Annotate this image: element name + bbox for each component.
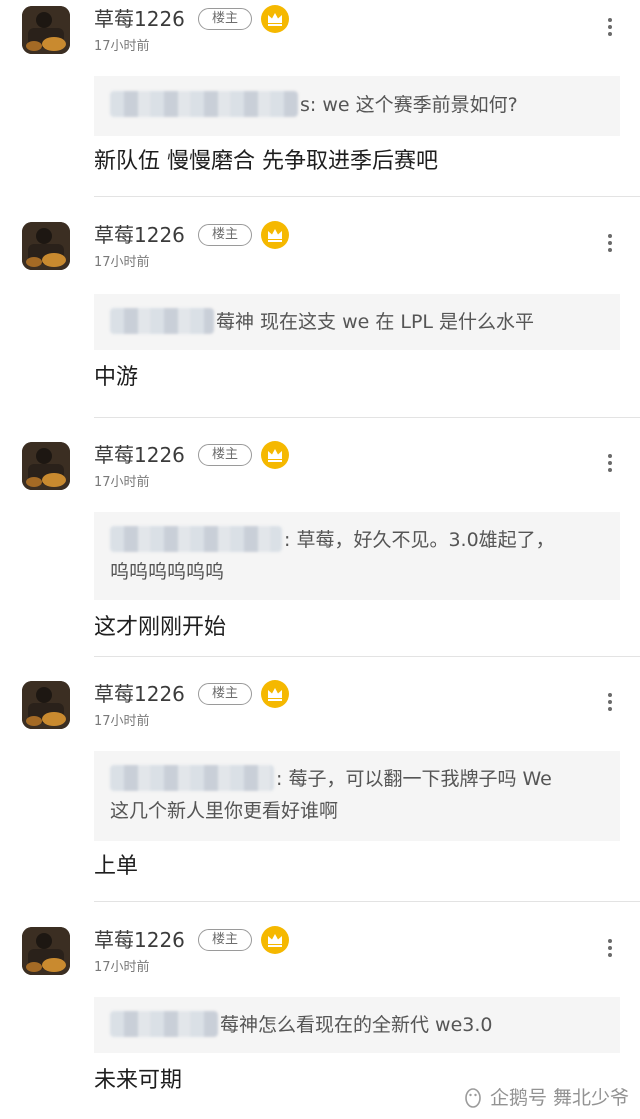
watermark: 企鹅号 舞北少爷	[462, 1083, 629, 1110]
more-vertical-icon[interactable]	[602, 452, 618, 478]
comment-card: 草莓1226 楼主 17小时前 莓神 现在这支 we 在 LPL 是什么水平 中…	[0, 220, 640, 417]
blurred-username	[110, 765, 274, 791]
timestamp: 17小时前	[94, 255, 150, 270]
op-badge: 楼主	[198, 444, 252, 466]
quote-text-line-2: 这几个新人里你更看好谁啊	[110, 800, 339, 822]
op-badge: 楼主	[198, 683, 252, 705]
comment-card: 草莓1226 楼主 17小时前 : 莓子，可以翻一下我牌子吗 We 这几个新人里…	[0, 679, 640, 901]
blurred-username	[110, 308, 214, 334]
op-badge: 楼主	[198, 8, 252, 30]
divider	[94, 196, 640, 197]
crown-icon	[260, 220, 290, 250]
avatar[interactable]	[22, 927, 70, 975]
more-vertical-icon[interactable]	[602, 937, 618, 963]
op-badge: 楼主	[198, 224, 252, 246]
blurred-username	[110, 1011, 218, 1037]
quote-text: : 草莓，好久不见。3.0雄起了，	[284, 529, 555, 551]
avatar[interactable]	[22, 222, 70, 270]
quote-text-line-2: 呜呜呜呜呜呜	[110, 561, 225, 583]
author-name[interactable]: 草莓1226	[94, 681, 185, 707]
quote-text: 莓神怎么看现在的全新代 we3.0	[220, 1014, 493, 1036]
quoted-comment[interactable]: 莓神怎么看现在的全新代 we3.0	[94, 997, 620, 1053]
avatar[interactable]	[22, 6, 70, 54]
avatar[interactable]	[22, 442, 70, 490]
more-vertical-icon[interactable]	[602, 16, 618, 42]
reply-text: 上单	[94, 854, 139, 879]
timestamp: 17小时前	[94, 960, 150, 975]
author-name[interactable]: 草莓1226	[94, 6, 185, 32]
blurred-username	[110, 91, 298, 117]
watermark-text: 企鹅号 舞北少爷	[490, 1087, 630, 1109]
divider	[94, 417, 640, 418]
avatar[interactable]	[22, 681, 70, 729]
op-badge: 楼主	[198, 929, 252, 951]
blurred-username	[110, 526, 282, 552]
reply-text: 中游	[94, 365, 139, 390]
comment-card: 草莓1226 楼主 17小时前 : 草莓，好久不见。3.0雄起了， 呜呜呜呜呜呜…	[0, 440, 640, 656]
quoted-comment[interactable]: 莓神 现在这支 we 在 LPL 是什么水平	[94, 294, 620, 350]
reply-text: 这才刚刚开始	[94, 615, 227, 640]
quote-text: 莓神 现在这支 we 在 LPL 是什么水平	[216, 311, 535, 333]
crown-icon	[260, 679, 290, 709]
more-vertical-icon[interactable]	[602, 232, 618, 258]
crown-icon	[260, 925, 290, 955]
quoted-comment[interactable]: s: we 这个赛季前景如何?	[94, 76, 620, 136]
timestamp: 17小时前	[94, 39, 150, 54]
author-name[interactable]: 草莓1226	[94, 927, 185, 953]
reply-text: 未来可期	[94, 1068, 183, 1093]
divider	[94, 656, 640, 657]
comment-card: 草莓1226 楼主 17小时前 s: we 这个赛季前景如何? 新队伍 慢慢磨合…	[0, 4, 640, 196]
quote-text: : 莓子，可以翻一下我牌子吗 We	[276, 768, 552, 790]
divider	[94, 901, 640, 902]
author-name[interactable]: 草莓1226	[94, 222, 185, 248]
penguin-logo-icon	[465, 1087, 481, 1108]
more-vertical-icon[interactable]	[602, 691, 618, 717]
author-name[interactable]: 草莓1226	[94, 442, 185, 468]
crown-icon	[260, 4, 290, 34]
quoted-comment[interactable]: : 莓子，可以翻一下我牌子吗 We 这几个新人里你更看好谁啊	[94, 751, 620, 841]
crown-icon	[260, 440, 290, 470]
timestamp: 17小时前	[94, 475, 150, 490]
quoted-comment[interactable]: : 草莓，好久不见。3.0雄起了， 呜呜呜呜呜呜	[94, 512, 620, 600]
timestamp: 17小时前	[94, 714, 150, 729]
quote-text: s: we 这个赛季前景如何?	[300, 94, 518, 116]
reply-text: 新队伍 慢慢磨合 先争取进季后赛吧	[94, 149, 438, 174]
